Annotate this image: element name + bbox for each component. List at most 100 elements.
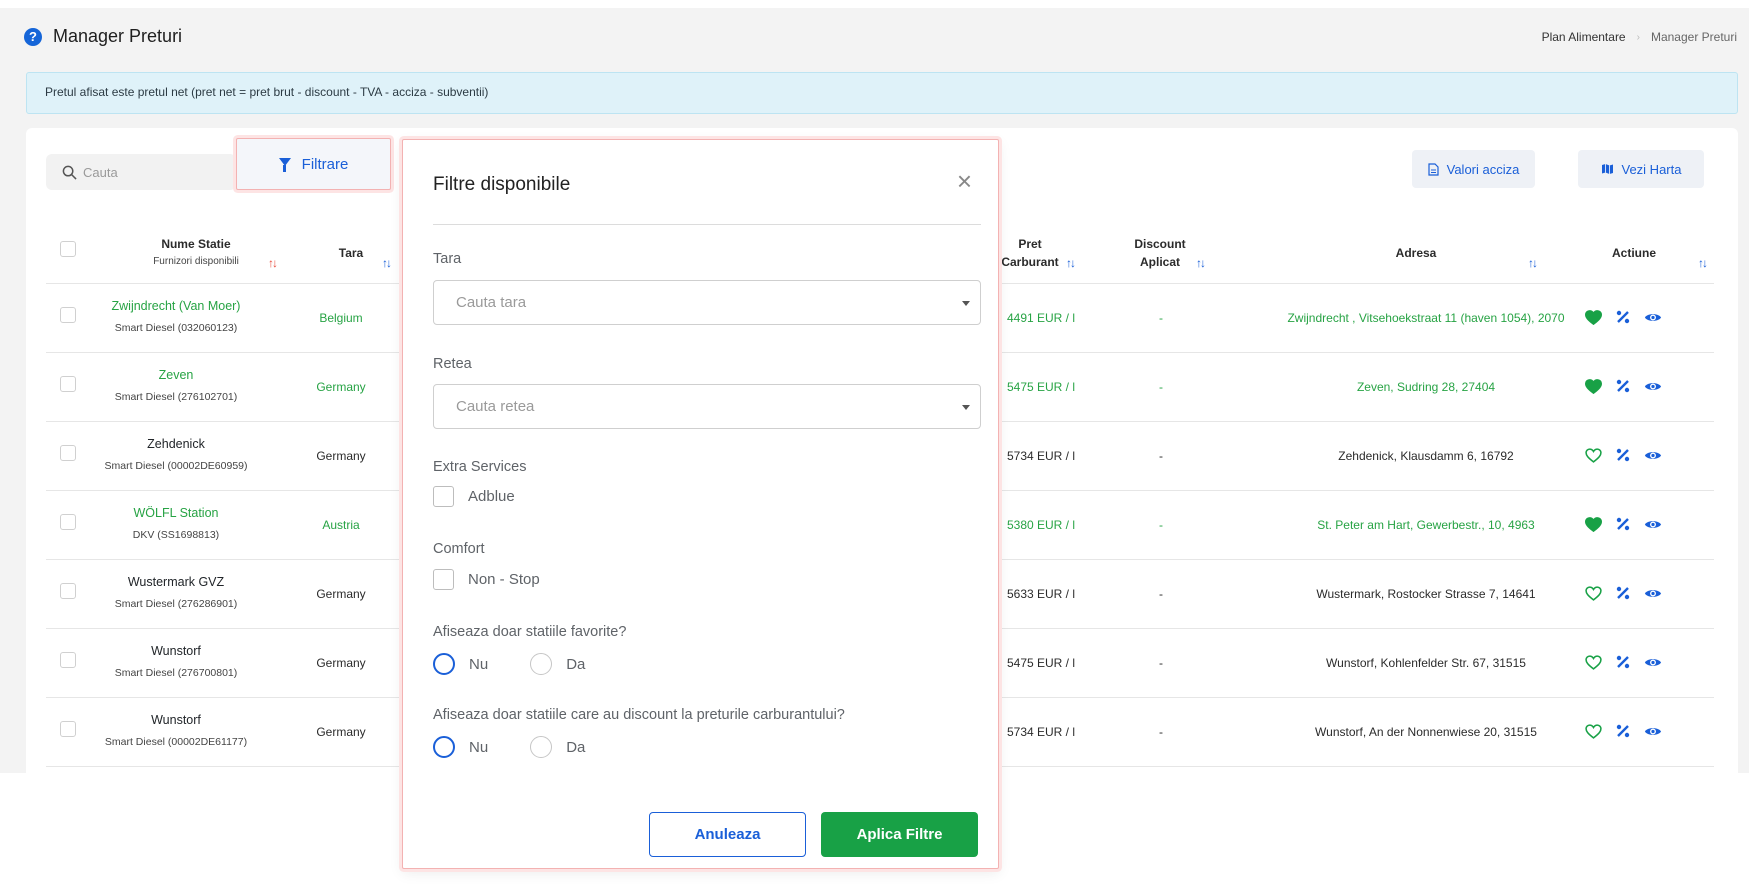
percent-icon[interactable] [1614, 377, 1632, 395]
filter-button[interactable]: Filtrare [236, 138, 391, 190]
station-name[interactable]: Wunstorf [96, 712, 256, 728]
percent-icon[interactable] [1614, 446, 1632, 464]
favorites-no-label: Nu [469, 655, 489, 673]
cancel-button[interactable]: Anuleaza [649, 812, 806, 857]
adblue-checkbox[interactable] [433, 486, 454, 507]
eye-icon[interactable] [1644, 515, 1662, 533]
eye-icon[interactable] [1644, 377, 1662, 395]
breadcrumb-item-current: Manager Preturi [1650, 30, 1737, 44]
country-cell: Germany [316, 380, 366, 394]
column-price-label: Pret [1018, 237, 1042, 251]
heart-icon[interactable] [1584, 584, 1602, 602]
favorites-question: Afiseaza doar statiile favorite? [433, 624, 627, 640]
sort-address-icon[interactable]: ↑↓ [1528, 256, 1538, 270]
eye-icon[interactable] [1644, 308, 1662, 326]
country-select-placeholder: Cauta tara [456, 294, 527, 311]
heart-icon[interactable] [1584, 722, 1602, 740]
country-filter-label: Tara [433, 251, 462, 267]
station-name[interactable]: Zwijndrecht (Van Moer) [96, 298, 256, 314]
heart-icon[interactable] [1584, 515, 1602, 533]
view-map-button[interactable]: Vezi Harta [1578, 150, 1704, 188]
adblue-option[interactable]: Adblue [433, 486, 515, 507]
column-header-address: Adresa [1326, 222, 1506, 284]
station-name[interactable]: Zehdenick [96, 436, 256, 452]
percent-icon[interactable] [1614, 722, 1632, 740]
nonstop-checkbox[interactable] [433, 569, 454, 590]
station-name-cell: Wustermark GVZ Smart Diesel (276286901) [96, 574, 256, 610]
percent-icon[interactable] [1614, 584, 1632, 602]
discount-yes-radio[interactable] [530, 736, 553, 758]
address-cell: Zwijndrecht , Vitsehoekstraat 11 (haven … [1287, 311, 1565, 325]
close-icon[interactable]: × [957, 168, 972, 194]
row-checkbox[interactable] [60, 721, 76, 737]
nonstop-option[interactable]: Non - Stop [433, 569, 540, 590]
row-checkbox[interactable] [60, 307, 76, 323]
row-checkbox[interactable] [60, 583, 76, 599]
address-cell: Wunstorf, An der Nonnenwiese 20, 31515 [1315, 725, 1537, 739]
network-select[interactable]: Cauta retea [433, 384, 981, 429]
search-input[interactable] [83, 164, 223, 180]
station-name[interactable]: WÖLFL Station [96, 505, 256, 521]
station-supplier: Smart Diesel (00002DE60959) [104, 460, 248, 472]
heart-icon[interactable] [1584, 446, 1602, 464]
favorites-yes-radio[interactable] [530, 653, 553, 675]
station-name[interactable]: Wustermark GVZ [96, 574, 256, 590]
breadcrumb: Plan Alimentare › Manager Preturi [1542, 30, 1737, 44]
column-header-price: Pret Carburant [990, 222, 1070, 284]
adblue-label: Adblue [468, 488, 515, 505]
station-name[interactable]: Wunstorf [96, 643, 256, 659]
page-title: Manager Preturi [53, 26, 183, 46]
price-cell: 5734 EUR / l [1006, 725, 1076, 739]
row-checkbox[interactable] [60, 376, 76, 392]
modal-divider [433, 224, 981, 225]
select-all-checkbox[interactable] [60, 241, 76, 257]
search-box[interactable] [46, 154, 236, 190]
country-cell: Germany [316, 725, 366, 739]
sort-country-icon[interactable]: ↑↓ [382, 256, 392, 270]
station-name-cell: Wunstorf Smart Diesel (276700801) [96, 643, 256, 679]
discount-cell: - [1159, 587, 1163, 601]
price-cell: 4491 EUR / l [1006, 311, 1076, 325]
apply-filters-button[interactable]: Aplica Filtre [821, 812, 978, 857]
row-checkbox[interactable] [60, 514, 76, 530]
percent-icon[interactable] [1614, 308, 1632, 326]
column-price-sublabel: Carburant [1001, 255, 1059, 269]
heart-icon[interactable] [1584, 377, 1602, 395]
price-cell: 5475 EUR / l [1006, 656, 1076, 670]
row-checkbox[interactable] [60, 445, 76, 461]
discount-cell: - [1159, 449, 1163, 463]
filter-icon [278, 158, 291, 172]
modal-title: Filtre disponibile [433, 174, 571, 195]
discount-no-radio[interactable] [433, 736, 455, 758]
map-icon [1601, 164, 1613, 174]
country-select[interactable]: Cauta tara [433, 280, 981, 325]
eye-icon[interactable] [1644, 722, 1662, 740]
sort-action-icon[interactable]: ↑↓ [1698, 256, 1708, 270]
discount-cell: - [1159, 725, 1163, 739]
favorites-no-radio[interactable] [433, 653, 455, 675]
eye-icon[interactable] [1644, 653, 1662, 671]
excise-values-button[interactable]: Valori acciza [1412, 150, 1535, 188]
eye-icon[interactable] [1644, 446, 1662, 464]
percent-icon[interactable] [1614, 653, 1632, 671]
help-icon[interactable]: ? [24, 27, 42, 46]
percent-icon[interactable] [1614, 515, 1632, 533]
station-supplier: Smart Diesel (032060123) [114, 322, 238, 334]
row-actions [1584, 653, 1662, 671]
heart-icon[interactable] [1584, 653, 1602, 671]
row-checkbox[interactable] [60, 652, 76, 668]
filters-modal: Filtre disponibile × Tara Cauta tara Ret… [402, 139, 999, 869]
sort-price-icon[interactable]: ↑↓ [1066, 256, 1076, 270]
eye-icon[interactable] [1644, 584, 1662, 602]
heart-icon[interactable] [1584, 308, 1602, 326]
search-icon [62, 165, 77, 180]
sort-discount-icon[interactable]: ↑↓ [1196, 256, 1206, 270]
breadcrumb-item-plan[interactable]: Plan Alimentare [1542, 30, 1626, 44]
station-supplier: Smart Diesel (276700801) [114, 667, 238, 679]
sort-name-icon[interactable]: ↑↓ [268, 256, 278, 270]
column-discount-label: Discount [1134, 237, 1186, 251]
network-select-placeholder: Cauta retea [456, 398, 535, 415]
address-cell: Wunstorf, Kohlenfelder Str. 67, 31515 [1326, 656, 1526, 670]
station-name[interactable]: Zeven [96, 367, 256, 383]
column-header-country: Tara [316, 222, 386, 284]
